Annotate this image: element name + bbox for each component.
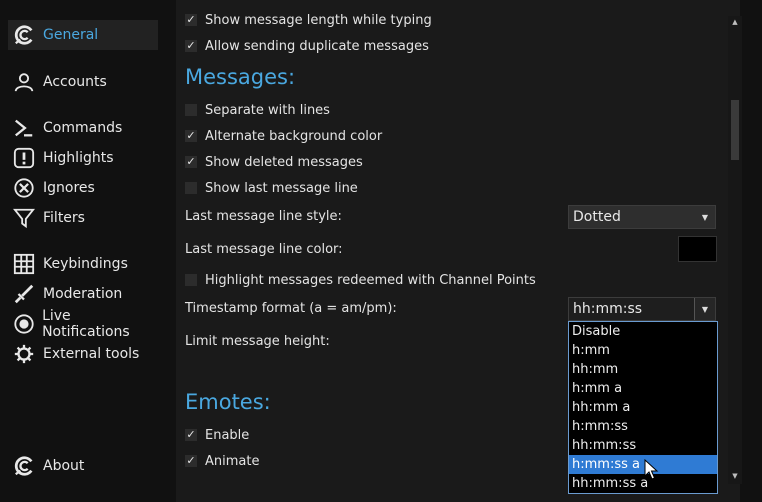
setting-label: Animate xyxy=(205,453,260,469)
sidebar-item-accounts[interactable]: Accounts xyxy=(8,67,158,97)
select-value: Dotted xyxy=(573,209,621,225)
section-title-messages: Messages: xyxy=(185,65,296,89)
setting-label: Highlight messages redeemed with Channel… xyxy=(205,272,536,288)
scrollbar-thumb[interactable] xyxy=(731,100,739,160)
sidebar-item-label: Filters xyxy=(43,210,85,226)
scroll-up-icon[interactable]: ▲ xyxy=(728,16,742,28)
select-value: hh:mm:ss xyxy=(573,301,643,317)
checkbox-checked[interactable]: ✓ xyxy=(185,455,197,467)
section-title-emotes: Emotes: xyxy=(185,390,271,414)
setting-highlight-redeemed[interactable]: Highlight messages redeemed with Channel… xyxy=(185,268,536,292)
checkbox-checked[interactable]: ✓ xyxy=(185,14,197,26)
live-icon xyxy=(12,312,35,336)
dropdown-option[interactable]: h:mm xyxy=(569,341,717,360)
last-line-style-select[interactable]: Dotted ▼ xyxy=(568,205,716,229)
sidebar-item-label: Accounts xyxy=(43,74,107,90)
setting-alternate-bg[interactable]: ✓ Alternate background color xyxy=(185,124,382,148)
user-icon xyxy=(12,70,36,94)
setting-allow-duplicate[interactable]: ✓ Allow sending duplicate messages xyxy=(185,34,429,58)
chevron-down-icon: ▼ xyxy=(701,212,709,222)
scroll-down-icon[interactable]: ▼ xyxy=(728,470,742,482)
setting-label: Show message length while typing xyxy=(205,12,432,28)
setting-emotes-enable[interactable]: ✓ Enable xyxy=(185,423,249,447)
setting-label: Alternate background color xyxy=(205,128,383,144)
sidebar-item-label: General xyxy=(43,27,99,43)
checkbox-checked[interactable]: ✓ xyxy=(185,40,197,52)
sidebar-item-label: Live Notifications xyxy=(42,308,130,340)
setting-label: Separate with lines xyxy=(205,102,330,118)
dropdown-option-highlighted[interactable]: h:mm:ss a xyxy=(569,455,717,474)
sidebar-item-highlights[interactable]: Highlights xyxy=(8,143,158,173)
sidebar-item-label: Keybindings xyxy=(43,256,128,272)
dropdown-option[interactable]: Disable xyxy=(569,322,717,341)
setting-label: Enable xyxy=(205,427,250,443)
setting-label: Allow sending duplicate messages xyxy=(205,38,429,54)
timestamp-format-label: Timestamp format (a = am/pm): xyxy=(185,301,397,316)
sidebar-item-label: External tools xyxy=(43,346,140,362)
sidebar-item-about[interactable]: About xyxy=(8,451,158,481)
gear-icon xyxy=(12,342,36,366)
dropdown-option[interactable]: hh:mm a xyxy=(569,398,717,417)
ignore-icon xyxy=(12,176,36,200)
setting-show-message-length[interactable]: ✓ Show message length while typing xyxy=(185,8,432,32)
dropdown-option[interactable]: hh:mm:ss xyxy=(569,436,717,455)
checkbox-checked[interactable]: ✓ xyxy=(185,130,197,142)
timestamp-format-select[interactable]: hh:mm:ss ▼ xyxy=(568,297,716,321)
settings-window: General Accounts Commands Highlights Ign… xyxy=(0,0,762,502)
chevron-down-icon: ▼ xyxy=(694,298,715,320)
sidebar-item-label: Ignores xyxy=(43,180,95,196)
checkbox-unchecked[interactable] xyxy=(185,104,197,116)
filter-icon xyxy=(12,206,36,230)
timestamp-format-dropdown: Disable h:mm hh:mm h:mm a hh:mm a h:mm:s… xyxy=(568,321,718,494)
sidebar-item-moderation[interactable]: Moderation xyxy=(8,279,158,309)
dropdown-option[interactable]: hh:mm:ss a xyxy=(569,474,717,493)
terminal-icon xyxy=(12,116,36,140)
last-line-color-label: Last message line color: xyxy=(185,242,343,257)
setting-label: Show last message line xyxy=(205,180,358,196)
sidebar-item-external-tools[interactable]: External tools xyxy=(8,339,158,369)
keyboard-icon xyxy=(12,252,36,276)
sidebar-item-keybindings[interactable]: Keybindings xyxy=(8,249,158,279)
setting-show-last-line[interactable]: Show last message line xyxy=(185,176,358,200)
sidebar-item-label: About xyxy=(43,458,85,474)
checkbox-unchecked[interactable] xyxy=(185,274,197,286)
sidebar-item-ignores[interactable]: Ignores xyxy=(8,173,158,203)
settings-sidebar: General Accounts Commands Highlights Ign… xyxy=(0,0,176,502)
sidebar-item-label: Commands xyxy=(43,120,123,136)
last-line-style-label: Last message line style: xyxy=(185,209,342,224)
exclamation-icon xyxy=(12,146,36,170)
limit-height-label: Limit message height: xyxy=(185,334,330,349)
sidebar-item-label: Highlights xyxy=(43,150,114,166)
sidebar-item-label: Moderation xyxy=(43,286,123,302)
last-line-color-button[interactable] xyxy=(678,236,717,262)
setting-separate-lines[interactable]: Separate with lines xyxy=(185,98,330,122)
sidebar-item-live-notifications[interactable]: Live Notifications xyxy=(8,308,158,340)
checkbox-unchecked[interactable] xyxy=(185,182,197,194)
chatterino-icon xyxy=(12,23,36,47)
dropdown-option[interactable]: h:mm:ss xyxy=(569,417,717,436)
checkbox-checked[interactable]: ✓ xyxy=(185,429,197,441)
sidebar-item-general[interactable]: General xyxy=(8,20,158,50)
dropdown-option[interactable]: h:mm a xyxy=(569,379,717,398)
checkbox-checked[interactable]: ✓ xyxy=(185,156,197,168)
mouse-cursor-icon xyxy=(644,459,659,480)
sidebar-item-filters[interactable]: Filters xyxy=(8,203,158,233)
sword-icon xyxy=(12,282,36,306)
chatterino-icon xyxy=(12,454,36,478)
sidebar-item-commands[interactable]: Commands xyxy=(8,113,158,143)
setting-emotes-animate[interactable]: ✓ Animate xyxy=(185,449,259,473)
setting-show-deleted[interactable]: ✓ Show deleted messages xyxy=(185,150,363,174)
vertical-scrollbar[interactable]: ▲ ▼ xyxy=(728,16,742,484)
setting-label: Show deleted messages xyxy=(205,154,363,170)
dropdown-option[interactable]: hh:mm xyxy=(569,360,717,379)
